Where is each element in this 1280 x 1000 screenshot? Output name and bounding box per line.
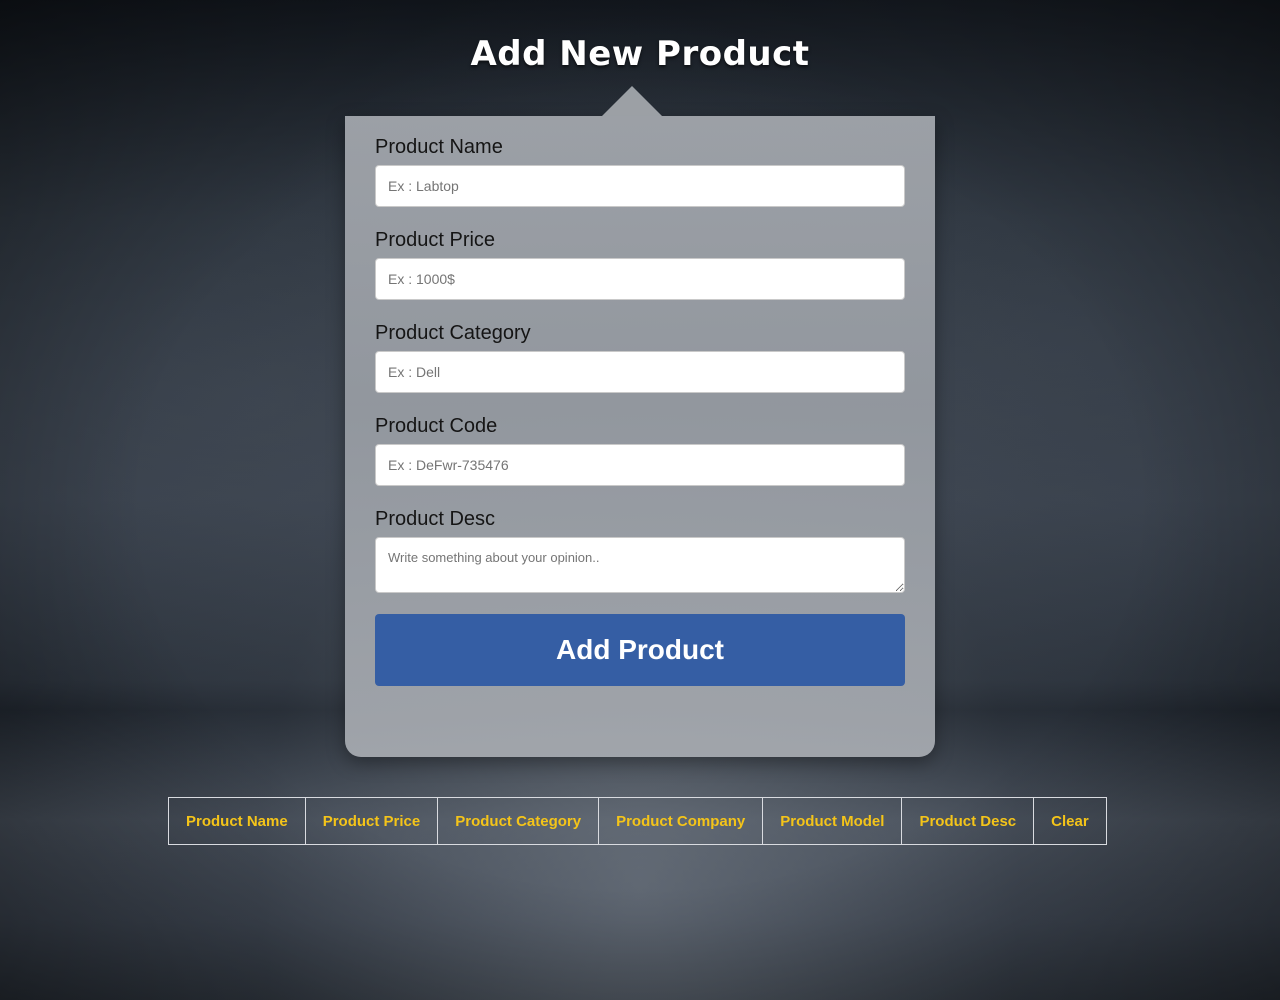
products-table-head: Product Name Product Price Product Categ…	[168, 797, 1107, 845]
header-product-model: Product Model	[762, 797, 903, 845]
card-pointer-arrow	[602, 86, 662, 116]
header-product-name: Product Name	[168, 797, 306, 845]
product-name-label: Product Name	[375, 136, 503, 158]
product-code-label: Product Code	[375, 415, 498, 437]
header-product-company: Product Company	[598, 797, 764, 845]
product-price-label: Product Price	[375, 229, 496, 251]
products-table: Product Name Product Price Product Categ…	[168, 797, 1107, 845]
product-desc-label: Product Desc	[375, 508, 496, 530]
page-title: Add New Product	[470, 34, 810, 74]
header-product-category: Product Category	[437, 797, 600, 845]
header-product-price: Product Price	[304, 797, 439, 845]
product-desc-textarea[interactable]	[375, 537, 905, 593]
product-category-input[interactable]	[375, 351, 905, 393]
product-desc-group: Product Desc	[375, 507, 905, 593]
product-name-input[interactable]	[375, 165, 905, 207]
product-price-input[interactable]	[375, 258, 905, 300]
product-name-group: Product Name	[375, 135, 905, 207]
product-category-label: Product Category	[375, 322, 531, 344]
add-product-button[interactable]: Add Product	[375, 614, 905, 686]
add-product-form: Product Name Product Price Product Categ…	[345, 86, 935, 757]
product-category-group: Product Category	[375, 321, 905, 393]
product-price-group: Product Price	[375, 228, 905, 300]
product-code-input[interactable]	[375, 444, 905, 486]
header-product-desc: Product Desc	[901, 797, 1035, 845]
product-code-group: Product Code	[375, 414, 905, 486]
header-clear: Clear	[1033, 797, 1107, 845]
products-table-header-row: Product Name Product Price Product Categ…	[168, 797, 1107, 845]
